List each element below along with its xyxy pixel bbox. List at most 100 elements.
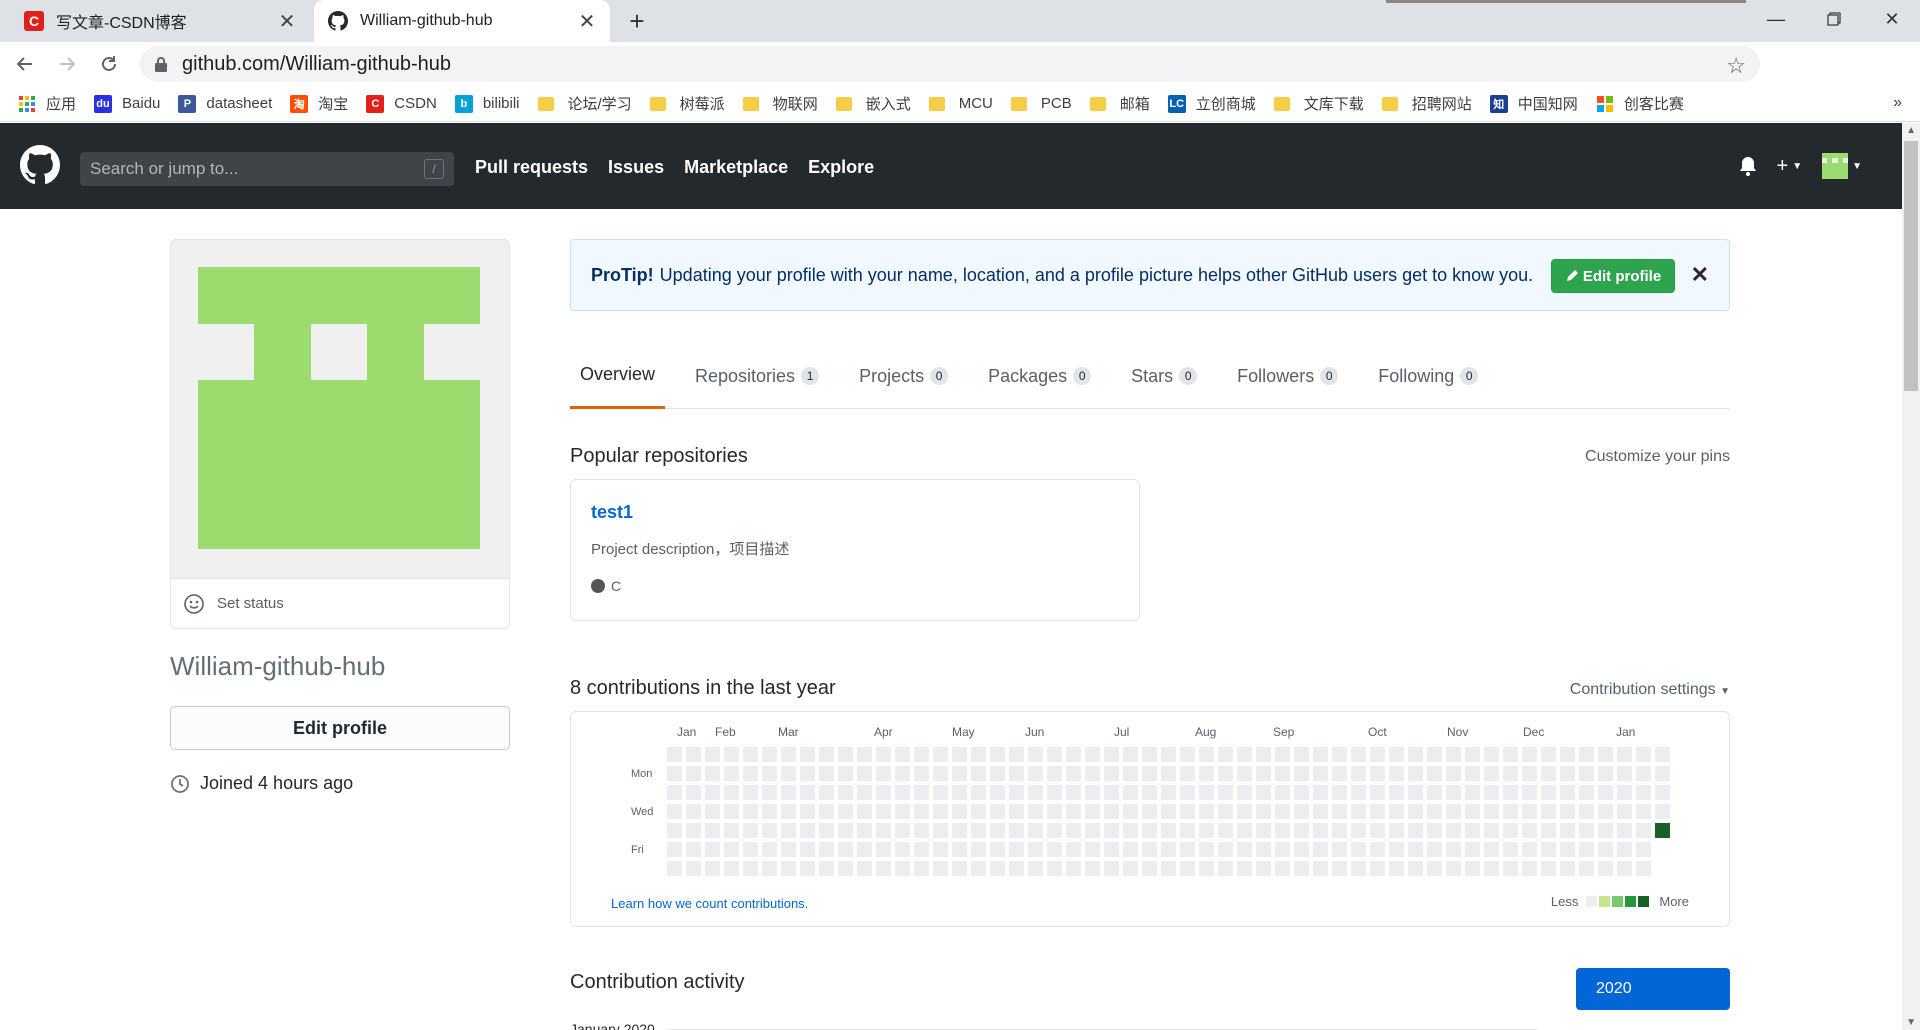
- contribution-day[interactable]: [895, 785, 910, 800]
- contribution-day[interactable]: [1484, 766, 1499, 781]
- github-logo-icon[interactable]: [20, 145, 60, 185]
- contribution-day[interactable]: [838, 766, 853, 781]
- contribution-day[interactable]: [1465, 804, 1480, 819]
- contribution-day[interactable]: [1617, 823, 1632, 838]
- contribution-day[interactable]: [1522, 842, 1537, 857]
- contribution-day[interactable]: [1503, 804, 1518, 819]
- contribution-day[interactable]: [1199, 861, 1214, 876]
- contribution-day[interactable]: [914, 842, 929, 857]
- contribution-day[interactable]: [1598, 747, 1613, 762]
- contribution-day[interactable]: [914, 804, 929, 819]
- contribution-day[interactable]: [914, 785, 929, 800]
- contribution-day[interactable]: [1009, 766, 1024, 781]
- create-new-plus-icon[interactable]: + ▼: [1777, 155, 1803, 178]
- contribution-day[interactable]: [1427, 766, 1442, 781]
- scroll-down-icon[interactable]: ▼: [1906, 1017, 1916, 1028]
- contribution-day[interactable]: [1427, 861, 1442, 876]
- contribution-day[interactable]: [1313, 842, 1328, 857]
- bookmark-16[interactable]: 知中国知网: [1489, 93, 1578, 114]
- contribution-day[interactable]: [1427, 747, 1442, 762]
- contribution-day[interactable]: [1028, 861, 1043, 876]
- contribution-day[interactable]: [667, 747, 682, 762]
- contribution-day[interactable]: [743, 823, 758, 838]
- contribution-day[interactable]: [1370, 823, 1385, 838]
- contribution-day[interactable]: [857, 766, 872, 781]
- contribution-day[interactable]: [724, 785, 739, 800]
- contribution-day[interactable]: [876, 785, 891, 800]
- contribution-day[interactable]: [990, 747, 1005, 762]
- contribution-day[interactable]: [705, 747, 720, 762]
- contribution-day[interactable]: [1066, 804, 1081, 819]
- contribution-day[interactable]: [933, 785, 948, 800]
- protip-close-icon[interactable]: ✕: [1691, 262, 1709, 288]
- contribution-day[interactable]: [667, 842, 682, 857]
- contribution-day[interactable]: [1142, 804, 1157, 819]
- browser-tab-github[interactable]: William-github-hub ✕: [314, 0, 610, 42]
- contribution-day[interactable]: [857, 842, 872, 857]
- contribution-day[interactable]: [1047, 766, 1062, 781]
- contribution-day[interactable]: [1085, 785, 1100, 800]
- contribution-day[interactable]: [1351, 842, 1366, 857]
- bookmark-6[interactable]: 论坛/学习: [537, 93, 632, 114]
- contribution-day[interactable]: [971, 747, 986, 762]
- contribution-day[interactable]: [1313, 747, 1328, 762]
- nav-explore[interactable]: Explore: [808, 157, 874, 178]
- contribution-day[interactable]: [724, 747, 739, 762]
- contribution-day[interactable]: [1028, 823, 1043, 838]
- contribution-day[interactable]: [1351, 747, 1366, 762]
- contribution-day[interactable]: [1351, 766, 1366, 781]
- contribution-day[interactable]: [1617, 785, 1632, 800]
- contribution-day[interactable]: [1332, 747, 1347, 762]
- contribution-day[interactable]: [1655, 747, 1670, 762]
- contribution-day[interactable]: [1389, 766, 1404, 781]
- contribution-day[interactable]: [781, 785, 796, 800]
- contribution-day[interactable]: [1446, 785, 1461, 800]
- set-status-button[interactable]: Set status: [170, 579, 510, 629]
- contribution-day[interactable]: [1579, 861, 1594, 876]
- contribution-day[interactable]: [1579, 785, 1594, 800]
- contribution-day[interactable]: [1541, 804, 1556, 819]
- bookmarks-more-icon[interactable]: »: [1893, 94, 1902, 112]
- contribution-day[interactable]: [1370, 747, 1385, 762]
- contribution-day[interactable]: [762, 747, 777, 762]
- tab-followers[interactable]: Followers 0: [1227, 343, 1348, 409]
- contribution-day[interactable]: [1028, 766, 1043, 781]
- contribution-day[interactable]: [743, 842, 758, 857]
- contribution-day[interactable]: [1028, 842, 1043, 857]
- contribution-day[interactable]: [857, 804, 872, 819]
- contribution-day[interactable]: [1256, 823, 1271, 838]
- contribution-day[interactable]: [781, 747, 796, 762]
- scrollbar-thumb[interactable]: [1904, 141, 1918, 391]
- contribution-day[interactable]: [762, 785, 777, 800]
- contribution-day[interactable]: [1503, 766, 1518, 781]
- contribution-day[interactable]: [686, 785, 701, 800]
- contribution-day[interactable]: [1066, 766, 1081, 781]
- contribution-day[interactable]: [1237, 823, 1252, 838]
- contribution-day[interactable]: [857, 747, 872, 762]
- contribution-day[interactable]: [1161, 766, 1176, 781]
- tab-close-icon[interactable]: ✕: [276, 10, 298, 33]
- contribution-day[interactable]: [952, 766, 967, 781]
- contribution-day[interactable]: [724, 766, 739, 781]
- contribution-day[interactable]: [1104, 804, 1119, 819]
- contribution-day[interactable]: [1389, 823, 1404, 838]
- contribution-day[interactable]: [1655, 804, 1670, 819]
- contribution-day[interactable]: [1446, 842, 1461, 857]
- contribution-day[interactable]: [1598, 766, 1613, 781]
- bookmark-3[interactable]: 淘淘宝: [290, 93, 348, 114]
- tab-overview[interactable]: Overview: [570, 343, 666, 409]
- contribution-day[interactable]: [838, 785, 853, 800]
- contribution-day[interactable]: [1579, 766, 1594, 781]
- contribution-day[interactable]: [1028, 785, 1043, 800]
- contribution-day[interactable]: [895, 823, 910, 838]
- tab-stars[interactable]: Stars 0: [1121, 343, 1207, 409]
- contribution-day[interactable]: [1522, 747, 1537, 762]
- contribution-day[interactable]: [1256, 747, 1271, 762]
- contribution-day[interactable]: [1332, 804, 1347, 819]
- contribution-day[interactable]: [1465, 842, 1480, 857]
- contribution-day[interactable]: [876, 842, 891, 857]
- contribution-day[interactable]: [1161, 804, 1176, 819]
- contribution-day[interactable]: [971, 766, 986, 781]
- contribution-day[interactable]: [857, 785, 872, 800]
- contribution-day[interactable]: [1047, 747, 1062, 762]
